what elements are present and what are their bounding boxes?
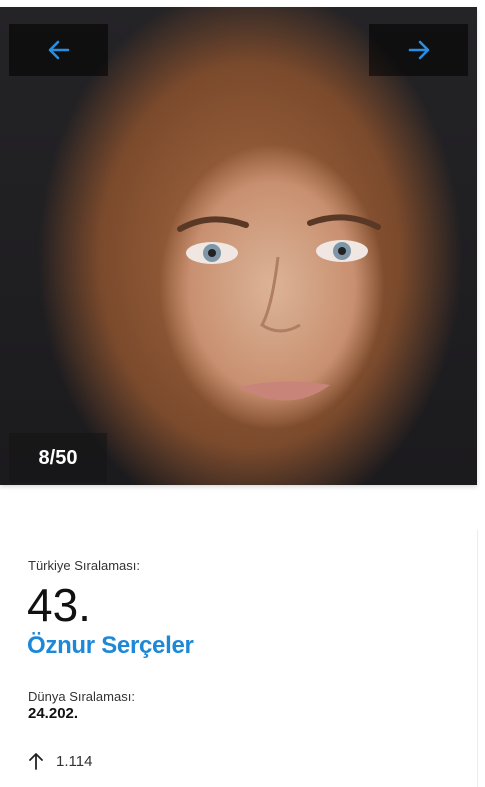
world-rank-label: Dünya Sıralaması: (28, 689, 135, 704)
photo-counter: 8/50 (9, 433, 107, 483)
previous-button[interactable] (9, 24, 108, 76)
arrow-up-icon (29, 753, 43, 770)
arrow-left-icon (48, 40, 69, 60)
rank-trend: 1.114 (28, 752, 92, 770)
next-button[interactable] (369, 24, 468, 76)
turkey-rank-label: Türkiye Sıralaması: (28, 558, 140, 573)
person-name[interactable]: Öznur Serçeler (27, 632, 194, 660)
trend-value: 1.114 (56, 752, 93, 770)
portrait-illustration (177, 214, 381, 401)
turkey-rank-value: 43. (27, 579, 91, 631)
arrow-right-icon (408, 40, 429, 60)
world-rank-value: 24.202. (28, 705, 79, 722)
profile-photo: 8/50 (0, 7, 477, 485)
